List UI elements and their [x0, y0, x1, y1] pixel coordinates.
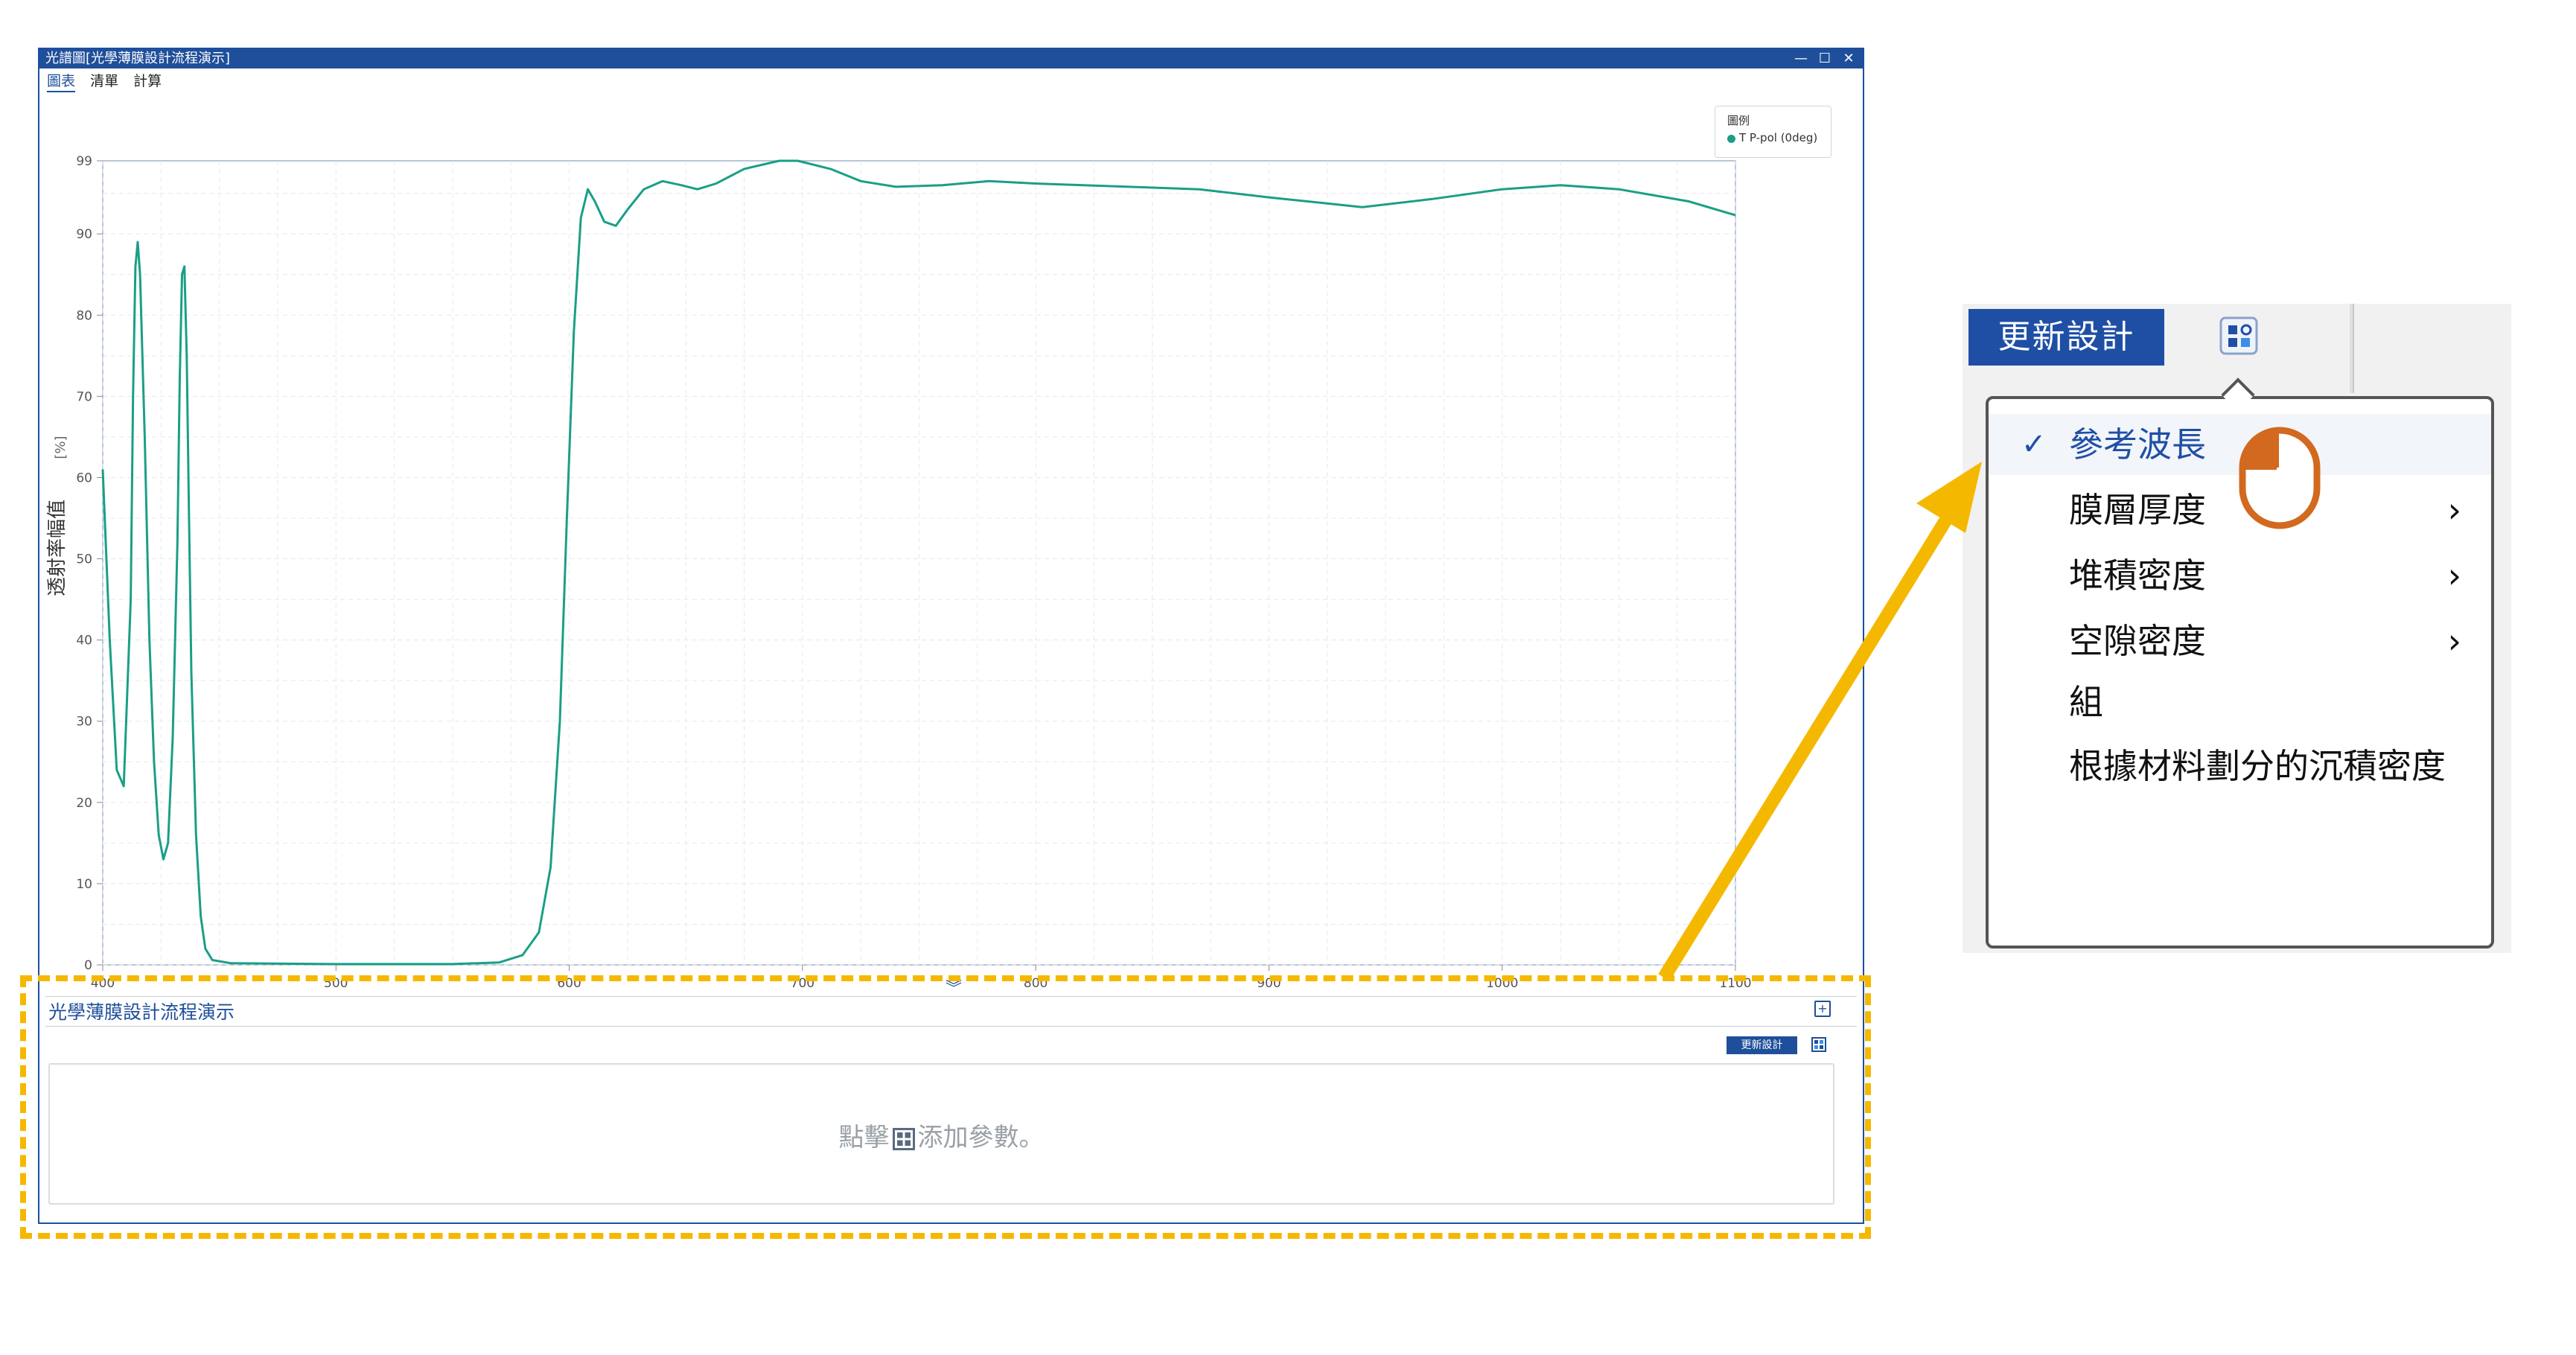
- menu-item-void-density[interactable]: 空隙密度 ›: [1989, 610, 2491, 672]
- menu-item-label: 空隙密度: [2069, 621, 2206, 661]
- y-tick-label: 90: [76, 227, 92, 242]
- chevron-right-icon: ›: [2447, 621, 2461, 661]
- y-axis-label: 透射率幅值: [46, 500, 68, 596]
- mouse-cursor-icon: [2239, 427, 2321, 529]
- background-divider: [2353, 304, 2354, 393]
- check-icon: ✓: [2021, 427, 2047, 462]
- minimize-button[interactable]: —: [1791, 49, 1811, 68]
- grid-param-icon[interactable]: [2219, 316, 2259, 356]
- chevron-right-icon: ›: [2447, 490, 2461, 530]
- tab-chart[interactable]: 圖表: [47, 71, 76, 92]
- menu-item-label: 參考波長: [2069, 424, 2206, 465]
- view-tabs: 圖表 清單 計算: [47, 71, 172, 92]
- y-tick-label: 99: [76, 154, 92, 169]
- legend-marker: [1727, 135, 1735, 143]
- menu-item-deposition-density-by-material[interactable]: 根據材料劃分的沉積密度: [1989, 736, 2491, 797]
- tab-calc[interactable]: 計算: [133, 71, 162, 91]
- menu-item-label: 堆積密度: [2069, 555, 2206, 596]
- menu-item-label: 組: [2069, 682, 2103, 722]
- tab-list[interactable]: 清單: [90, 71, 118, 91]
- y-tick-label: 20: [76, 796, 92, 811]
- menu-item-group[interactable]: 組: [1989, 672, 2491, 733]
- close-button[interactable]: ✕: [1839, 49, 1858, 68]
- spectrum-chart[interactable]: 400 500 600 700 800 900 1000 110001020304050607…: [39, 94, 1863, 987]
- update-design-button-zoomed[interactable]: 更新設計: [1968, 309, 2164, 366]
- y-tick-label: 50: [76, 552, 92, 567]
- menu-item-label: 膜層厚度: [2069, 490, 2206, 530]
- legend-title: 圖例: [1727, 114, 1750, 127]
- y-tick-label: 30: [76, 715, 92, 730]
- y-axis-unit: [%]: [53, 436, 68, 459]
- chart-legend: 圖例 T P-pol (0deg): [1715, 106, 1831, 158]
- legend-item: T P-pol (0deg): [1739, 131, 1818, 144]
- window-title: 光譜圖[光學薄膜設計流程演示]: [45, 51, 231, 66]
- maximize-button[interactable]: ☐: [1815, 49, 1834, 68]
- menu-item-packing-density[interactable]: 堆積密度 ›: [1989, 545, 2491, 606]
- y-tick-label: 0: [84, 958, 92, 973]
- y-tick-label: 60: [76, 471, 92, 485]
- y-tick-label: 70: [76, 389, 92, 404]
- highlight-box: [20, 975, 1871, 1239]
- y-tick-label: 10: [76, 877, 92, 892]
- window-titlebar: 光譜圖[光學薄膜設計流程演示] — ☐ ✕: [39, 49, 1863, 68]
- y-tick-label: 80: [76, 308, 92, 323]
- y-tick-label: 40: [76, 634, 92, 648]
- chevron-right-icon: ›: [2447, 555, 2461, 596]
- menu-item-label: 根據材料劃分的沉積密度: [2069, 746, 2446, 786]
